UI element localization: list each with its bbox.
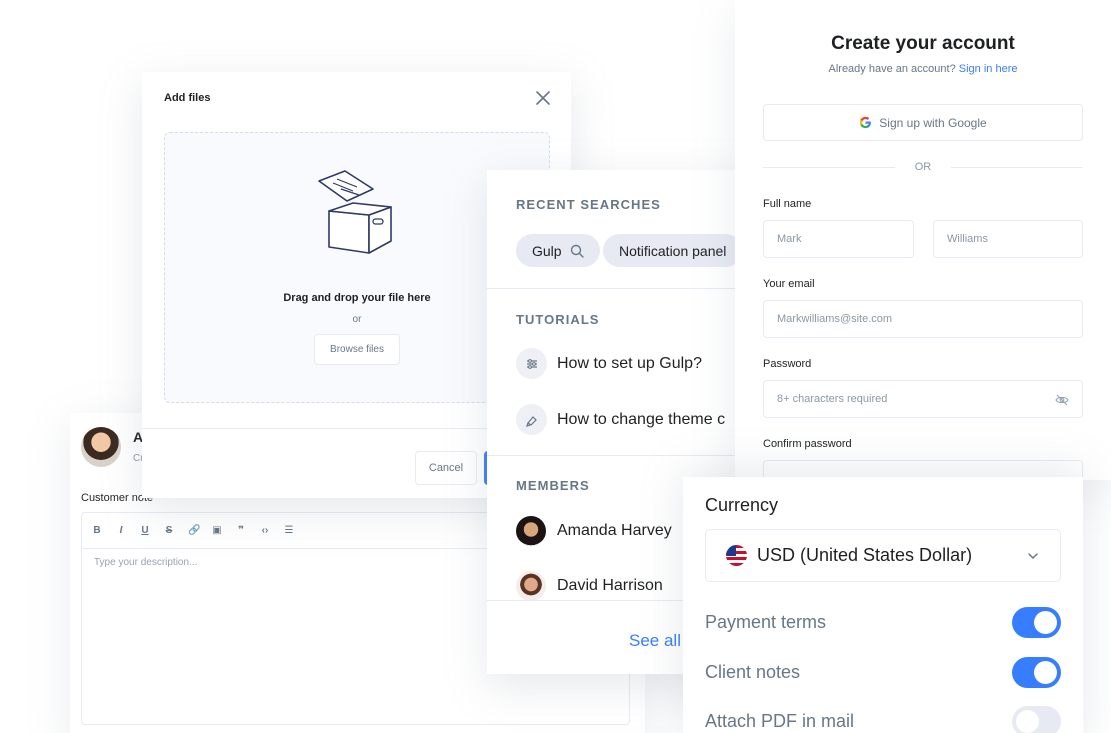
toggle-label: Client notes [705, 662, 801, 682]
or-text: OR [914, 161, 932, 173]
strikethrough-button[interactable]: S [164, 525, 174, 536]
signin-prompt-text: Already have an account? [828, 63, 956, 75]
quote-icon[interactable]: ❞ [236, 525, 246, 536]
currency-value: USD (United States Dollar) [757, 545, 973, 565]
last-name-placeholder: Williams [947, 233, 988, 245]
or-separator: OR [763, 161, 1083, 173]
sliders-icon [516, 348, 547, 379]
browse-files-button[interactable]: Browse files [314, 334, 400, 365]
member-name: Amanda Harvey [557, 522, 672, 539]
image-icon[interactable]: ▣ [212, 525, 222, 536]
close-icon[interactable] [535, 90, 551, 106]
members-title: MEMBERS [516, 478, 590, 493]
email-field[interactable]: Markwilliams@site.com [763, 300, 1083, 338]
member-item[interactable]: Amanda Harvey [516, 516, 672, 546]
see-all-link[interactable]: See all [629, 631, 681, 651]
avatar [516, 516, 546, 546]
tutorial-label: How to change theme c [557, 410, 726, 428]
box-icon [318, 170, 392, 254]
eye-off-icon[interactable] [1055, 394, 1069, 406]
list-icon[interactable]: ☰ [284, 525, 294, 536]
member-item[interactable]: David Harrison [516, 571, 663, 601]
google-icon [860, 116, 872, 129]
signup-form: Create your account Already have an acco… [735, 0, 1111, 498]
first-name-placeholder: Mark [777, 233, 802, 245]
signin-prompt: Already have an account? Sign in here [735, 63, 1111, 75]
editor-placeholder: Type your description... [94, 557, 198, 568]
first-name-field[interactable]: Mark [763, 220, 914, 258]
chevron-down-icon [1028, 553, 1038, 560]
marketing-collage: A Cu Customer note B I U S 🔗 ▣ ❞ ‹› ☰ Ty… [0, 0, 1111, 733]
tutorial-label: How to set up Gulp? [557, 354, 702, 372]
password-label: Password [763, 358, 812, 370]
avatar [516, 571, 546, 601]
last-name-field[interactable]: Williams [933, 220, 1083, 258]
tutorial-link[interactable]: How to set up Gulp? [516, 348, 702, 379]
recent-search-chip[interactable]: Gulp [516, 234, 600, 267]
code-icon[interactable]: ‹› [260, 525, 270, 536]
payment-terms-row: Payment terms [705, 607, 1061, 638]
italic-button[interactable]: I [116, 525, 126, 536]
recent-searches-title: RECENT SEARCHES [516, 197, 661, 212]
payment-terms-toggle[interactable] [1012, 607, 1061, 638]
email-placeholder: Markwilliams@site.com [777, 313, 893, 325]
underline-button[interactable]: U [140, 525, 150, 536]
attach-pdf-toggle[interactable] [1012, 706, 1061, 733]
google-signup-button[interactable]: Sign up with Google [763, 104, 1083, 141]
chip-label: Notification panel [619, 242, 727, 259]
recent-search-chip[interactable]: Notification panel [603, 234, 743, 267]
signin-link[interactable]: Sign in here [959, 63, 1018, 75]
client-notes-toggle[interactable] [1012, 657, 1061, 688]
avatar [81, 427, 121, 467]
cancel-button[interactable]: Cancel [415, 451, 477, 485]
toggle-label: Attach PDF in mail [705, 711, 855, 731]
tutorials-title: TUTORIALS [516, 312, 600, 327]
confirm-password-label: Confirm password [763, 438, 852, 450]
fullname-label: Full name [763, 198, 812, 210]
member-name: David Harrison [557, 577, 663, 594]
bold-button[interactable]: B [92, 525, 102, 536]
attach-pdf-row: Attach PDF in mail [705, 706, 1061, 733]
page-title: Create your account [831, 33, 1015, 54]
password-field[interactable]: 8+ characters required [763, 380, 1083, 418]
search-icon [570, 244, 584, 258]
currency-settings: Currency USD (United States Dollar) Paym… [683, 477, 1083, 733]
currency-label: Currency [705, 495, 779, 515]
currency-select[interactable]: USD (United States Dollar) [705, 529, 1061, 582]
google-button-label: Sign up with Google [879, 115, 987, 130]
email-label: Your email [763, 278, 815, 290]
us-flag-icon [726, 545, 747, 566]
client-notes-row: Client notes [705, 657, 1061, 688]
link-icon[interactable]: 🔗 [188, 525, 200, 536]
chip-label: Gulp [532, 242, 562, 259]
password-placeholder: 8+ characters required [777, 393, 888, 405]
modal-title: Add files [164, 92, 211, 104]
toggle-label: Payment terms [705, 612, 827, 632]
tutorial-link[interactable]: How to change theme c [516, 404, 725, 435]
brush-icon [516, 404, 547, 435]
